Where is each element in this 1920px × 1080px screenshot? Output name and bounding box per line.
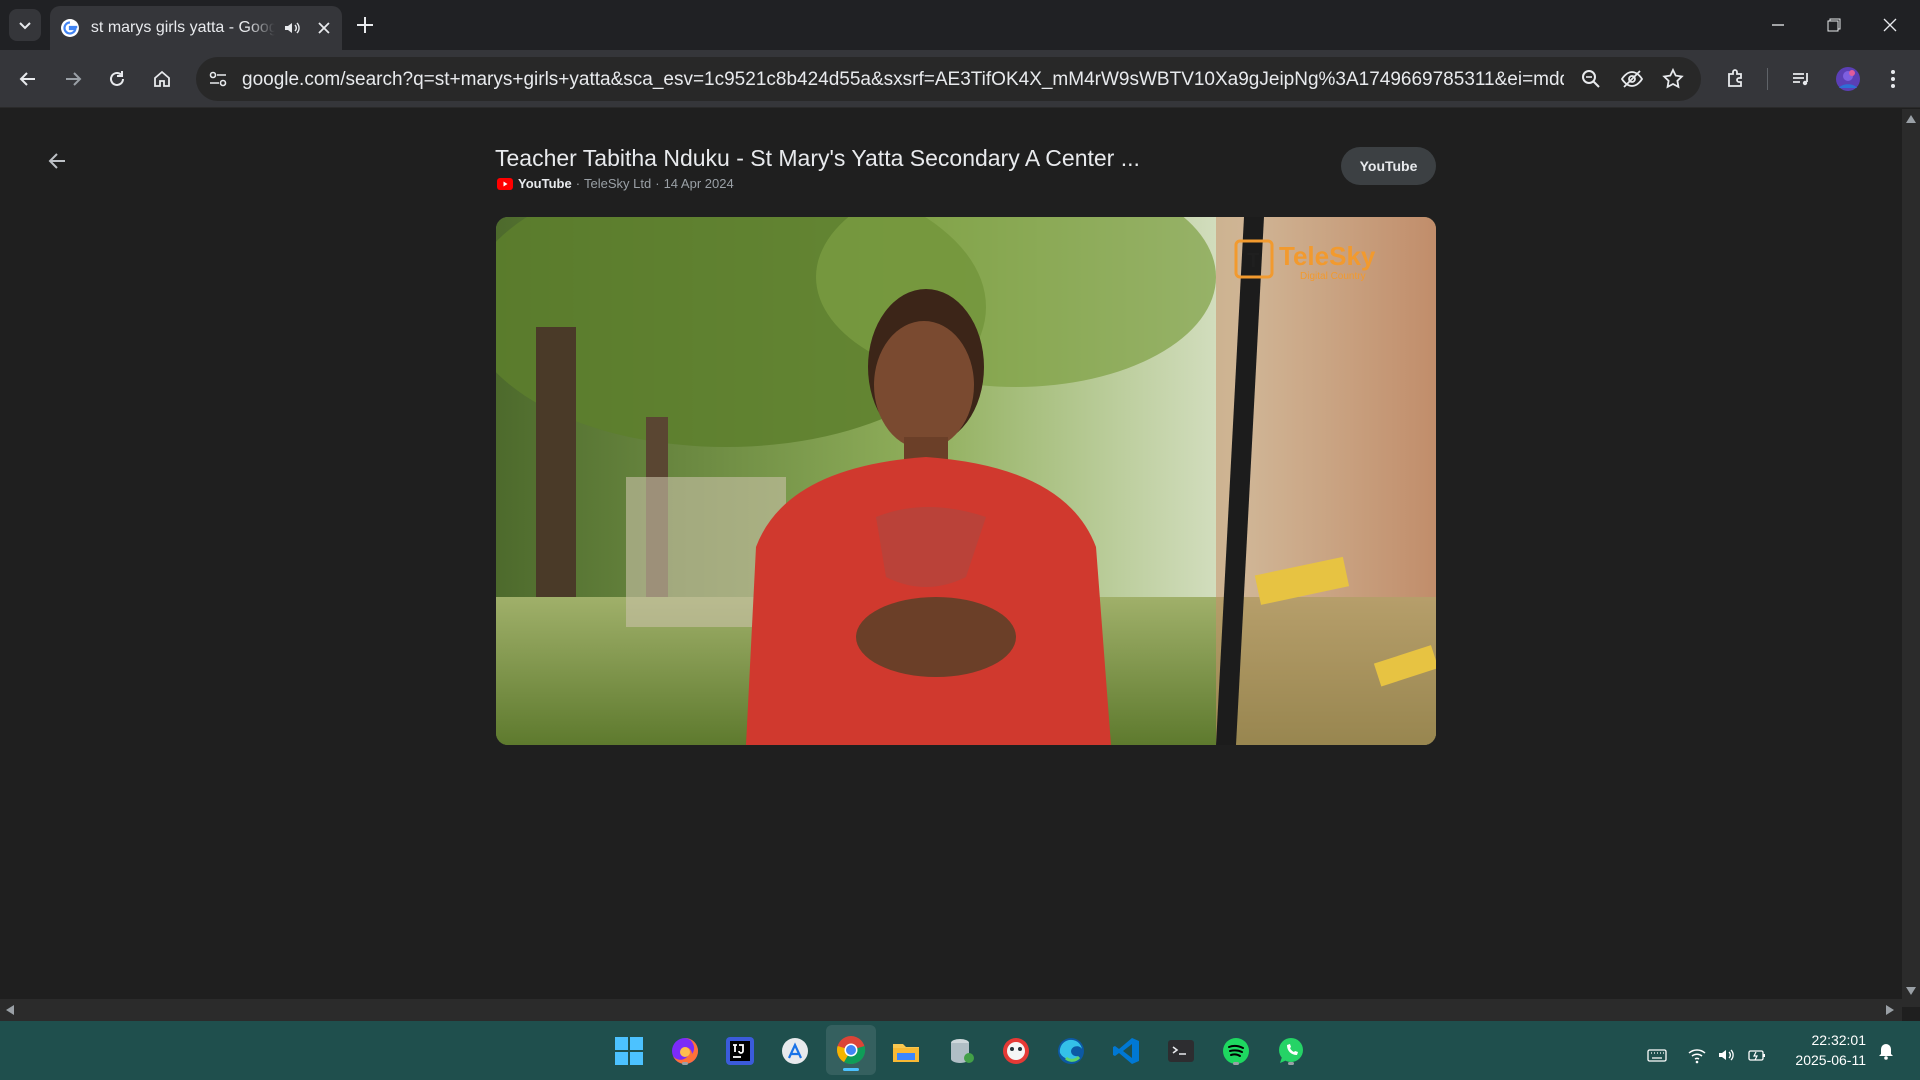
horizontal-scrollbar[interactable]	[0, 999, 1902, 1021]
video-source: YouTube	[518, 176, 572, 191]
star-bookmark-icon[interactable]	[1661, 67, 1685, 91]
tab-search-button[interactable]	[9, 9, 41, 41]
android-studio-icon	[1003, 1038, 1029, 1064]
meta-separator: ·	[575, 176, 581, 191]
video-date: 14 Apr 2024	[663, 176, 734, 191]
running-indicator	[1288, 1062, 1294, 1065]
zoom-icon[interactable]	[1579, 67, 1603, 91]
scroll-up-arrow-icon[interactable]	[1906, 115, 1916, 123]
watermark-tagline: Digital Country	[1300, 271, 1366, 282]
taskbar-intellij[interactable]	[722, 1033, 758, 1069]
extensions-button[interactable]	[1722, 65, 1750, 93]
minimize-button[interactable]	[1750, 0, 1806, 50]
arrow-right-icon	[66, 72, 82, 86]
scroll-left-arrow-icon[interactable]	[6, 1005, 14, 1015]
tab-strip: st marys girls yatta - Google Search	[0, 0, 1920, 50]
system-clock[interactable]: 22:32:01 2025-06-11	[1786, 1030, 1866, 1070]
toolbar-divider	[1767, 68, 1768, 90]
address-bar[interactable]: google.com/search?q=st+marys+girls+yatta…	[196, 57, 1701, 101]
arrow-left-icon	[19, 72, 35, 86]
wifi-icon[interactable]	[1687, 1045, 1707, 1065]
windows-start-icon	[615, 1037, 643, 1065]
clock-date: 2025-06-11	[1795, 1052, 1866, 1068]
restore-button[interactable]	[1806, 0, 1862, 50]
taskbar-spotify[interactable]	[1218, 1033, 1254, 1069]
taskbar-chrome[interactable]	[826, 1025, 876, 1075]
video-thumbnail[interactable]: T TeleSky Digital Country	[496, 217, 1436, 745]
youtube-logo-icon	[497, 177, 513, 190]
app-store-icon	[782, 1038, 808, 1064]
taskbar-app-store[interactable]	[777, 1033, 813, 1069]
taskbar-firefox[interactable]	[667, 1033, 703, 1069]
reload-icon	[110, 71, 124, 86]
taskbar-android-studio[interactable]	[998, 1033, 1034, 1069]
minimize-icon	[1772, 24, 1784, 26]
file-explorer-icon	[893, 1044, 919, 1062]
screen: st marys girls yatta - Google Search	[0, 0, 1920, 1080]
battery-icon[interactable]	[1747, 1045, 1767, 1065]
active-indicator	[843, 1068, 859, 1071]
close-icon	[1883, 18, 1897, 32]
close-window-button[interactable]	[1862, 0, 1918, 50]
intellij-icon	[726, 1037, 754, 1065]
tab-title: st marys girls yatta - Google Search	[90, 19, 276, 36]
site-settings-icon[interactable]	[206, 67, 230, 91]
page-content: Teacher Tabitha Nduku - St Mary's Yatta …	[0, 109, 1902, 999]
taskbar-file-explorer[interactable]	[888, 1033, 924, 1069]
restore-icon	[1827, 18, 1841, 32]
puzzle-extensions-icon	[1728, 69, 1742, 87]
video-meta: YouTube · TeleSky Ltd · 14 Apr 2024	[497, 176, 734, 191]
clock-time: 22:32:01	[1811, 1032, 1867, 1048]
reload-button[interactable]	[103, 65, 131, 93]
open-youtube-button[interactable]: YouTube	[1341, 147, 1436, 185]
taskbar-database[interactable]	[943, 1033, 979, 1069]
forward-button[interactable]	[59, 65, 87, 93]
eye-off-icon[interactable]	[1620, 67, 1644, 91]
media-control-button[interactable]	[1787, 65, 1815, 93]
avatar	[1836, 67, 1860, 91]
running-indicator	[682, 1062, 688, 1065]
google-favicon-icon	[60, 19, 79, 37]
browser-toolbar: google.com/search?q=st+marys+girls+yatta…	[0, 50, 1920, 108]
start-button[interactable]	[611, 1033, 647, 1069]
terminal-icon	[1168, 1040, 1194, 1062]
media-queue-icon	[1793, 73, 1808, 86]
profile-button[interactable]	[1834, 65, 1862, 93]
more-vertical-icon	[1891, 70, 1895, 88]
vscode-icon	[1113, 1038, 1139, 1064]
taskbar-terminal[interactable]	[1163, 1033, 1199, 1069]
watermark-brand: TeleSky	[1279, 241, 1376, 271]
scroll-down-arrow-icon[interactable]	[1906, 987, 1916, 995]
meta-separator: ·	[655, 176, 660, 191]
edge-icon	[1058, 1038, 1084, 1064]
taskbar-whatsapp[interactable]	[1273, 1033, 1309, 1069]
running-indicator	[1233, 1062, 1239, 1065]
url-text[interactable]: google.com/search?q=st+marys+girls+yatta…	[242, 69, 1564, 91]
video-thumbnail-image: T TeleSky Digital Country	[496, 217, 1436, 745]
home-button[interactable]	[148, 65, 176, 93]
keyboard-icon[interactable]	[1647, 1045, 1667, 1065]
video-title[interactable]: Teacher Tabitha Nduku - St Mary's Yatta …	[495, 145, 1140, 172]
browser-tab[interactable]: st marys girls yatta - Google Search	[50, 6, 342, 50]
vertical-scrollbar[interactable]	[1902, 109, 1920, 1007]
speaker-audio-icon[interactable]	[282, 18, 302, 38]
taskbar-edge[interactable]	[1053, 1033, 1089, 1069]
close-preview-arrow-left-icon[interactable]	[45, 149, 69, 173]
taskbar	[0, 1021, 1920, 1080]
svg-text:T: T	[1247, 250, 1259, 272]
video-channel: TeleSky Ltd	[584, 176, 652, 191]
close-tab-icon[interactable]	[316, 20, 332, 36]
volume-icon[interactable]	[1717, 1045, 1737, 1065]
browser-menu-button[interactable]	[1879, 65, 1907, 93]
new-tab-icon[interactable]	[353, 13, 377, 37]
home-icon	[154, 70, 170, 87]
back-button[interactable]	[14, 65, 42, 93]
taskbar-vscode[interactable]	[1108, 1033, 1144, 1069]
scroll-right-arrow-icon[interactable]	[1886, 1005, 1894, 1015]
database-icon	[951, 1039, 974, 1063]
chevron-down-icon	[19, 22, 31, 30]
notification-bell-icon[interactable]	[1876, 1040, 1896, 1060]
chrome-icon	[837, 1036, 866, 1064]
